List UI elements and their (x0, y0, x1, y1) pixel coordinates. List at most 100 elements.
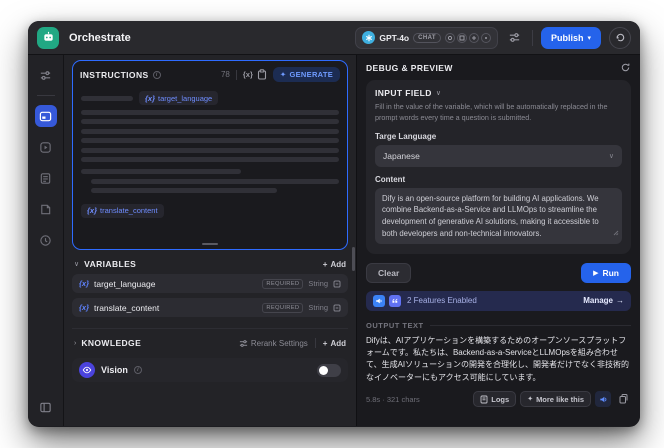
refresh-icon[interactable] (620, 62, 631, 73)
citation-feature-icon (389, 294, 401, 307)
chevron-right-icon[interactable]: › (74, 340, 76, 347)
eye-icon (79, 362, 95, 378)
debug-title: DEBUG & PREVIEW (366, 62, 453, 73)
knowledge-title: KNOWLEDGE (81, 338, 142, 348)
model-provider-icon (362, 31, 376, 44)
variable-chip-translate-content[interactable]: {x} translate_content (81, 203, 164, 218)
sidebar-item-annotation[interactable] (35, 198, 57, 220)
model-name: GPT-4o (379, 32, 410, 43)
clear-button[interactable]: Clear (366, 262, 412, 283)
insert-variable-icon[interactable]: {x} (243, 70, 253, 79)
scrollbar-thumb[interactable] (352, 247, 355, 271)
features-bar[interactable]: 2 Features Enabled Manage → (366, 290, 631, 311)
skeleton-line (91, 178, 339, 184)
speaker-feature-icon (373, 294, 385, 307)
model-settings-icon[interactable] (506, 29, 524, 47)
content-textarea[interactable]: Dify is an open-source platform for buil… (375, 187, 622, 244)
plus-icon: + (322, 259, 328, 269)
plus-icon: + (322, 338, 328, 348)
run-button[interactable]: ▶ Run (581, 262, 631, 283)
orchestrate-panel: INSTRUCTIONS i 78 {x} ✦ GENERATE {x} tar… (64, 55, 356, 426)
info-icon: i (133, 366, 142, 374)
features-enabled-label: 2 Features Enabled (407, 296, 477, 306)
preferences-sliders-icon[interactable] (35, 64, 57, 86)
page-title: Orchestrate (69, 31, 131, 44)
arrow-right-icon: → (616, 296, 624, 306)
manage-features-button[interactable]: Manage → (583, 296, 624, 305)
app-header: Orchestrate GPT-4o CHAT Publish ▾ (28, 21, 640, 55)
model-mode-badge: CHAT (413, 32, 441, 43)
generate-button[interactable]: ✦ GENERATE (272, 67, 340, 82)
instructions-title: INSTRUCTIONS (80, 69, 149, 80)
variable-icon: {x} (79, 303, 90, 312)
sparkle-icon: ✦ (527, 396, 534, 404)
string-type-icon (333, 304, 341, 312)
more-like-this-button[interactable]: ✦ More like this (520, 391, 591, 408)
skeleton-line (81, 109, 339, 115)
variable-type: String (308, 279, 328, 288)
info-icon: i (152, 70, 161, 79)
knowledge-header: › KNOWLEDGE Rerank Settings + Add (72, 338, 348, 348)
string-type-icon (333, 280, 341, 288)
skeleton-line (81, 138, 339, 143)
copy-prompt-icon[interactable] (257, 69, 267, 80)
app-logo-robot-icon[interactable] (37, 26, 59, 49)
speaker-icon[interactable] (595, 391, 611, 408)
skeleton-line (81, 157, 339, 162)
divider (531, 29, 533, 46)
history-icon (615, 33, 624, 42)
resize-handle[interactable] (202, 243, 218, 245)
output-text-title: OUTPUT TEXT (366, 320, 424, 330)
divider (429, 324, 631, 326)
output-stats: 5.8s · 321 chars (366, 394, 420, 404)
variable-row[interactable]: {x} target_language REQUIRED String (72, 274, 348, 293)
textarea-resize-icon[interactable] (613, 223, 619, 241)
version-history-button[interactable] (609, 26, 631, 49)
logs-button[interactable]: Logs (473, 391, 517, 408)
skeleton-line (81, 128, 339, 134)
debug-panel: DEBUG & PREVIEW INPUT FIELD ∨ Fill in th… (356, 55, 640, 426)
vision-label: Vision (101, 365, 128, 375)
publish-button[interactable]: Publish ▾ (540, 26, 601, 49)
divider (314, 338, 316, 348)
vision-feature-row: Vision i (72, 358, 348, 382)
sidebar-item-orchestrate[interactable] (34, 105, 57, 127)
sidebar-item-preview[interactable] (35, 136, 57, 158)
variable-type: String (308, 303, 328, 312)
add-variable-button[interactable]: + Add (323, 260, 346, 269)
variable-icon: {x} (79, 279, 90, 288)
model-selector[interactable]: GPT-4o CHAT (355, 26, 498, 49)
target-language-select[interactable]: Japanese ∨ (375, 144, 622, 167)
chevron-down-icon[interactable]: ∨ (74, 260, 79, 268)
add-knowledge-button[interactable]: + Add (323, 339, 346, 348)
output-text: Difyは、AIアプリケーションを構築するためのオープンソースプラットフォームで… (366, 335, 629, 382)
char-count: 78 (220, 70, 230, 79)
variable-chip-target-language[interactable]: {x} target_language (139, 91, 219, 105)
target-language-label: Targe Language (375, 131, 437, 141)
skeleton-line (91, 188, 277, 193)
sidebar-item-monitoring[interactable] (35, 229, 57, 251)
required-badge: REQUIRED (262, 302, 304, 313)
sidebar-item-logs[interactable] (35, 167, 57, 189)
sidebar (28, 55, 64, 426)
vision-toggle[interactable] (317, 363, 341, 377)
input-field-card: INPUT FIELD ∨ Fill in the value of the v… (366, 80, 631, 254)
rerank-settings-button[interactable]: Rerank Settings (239, 339, 308, 348)
app-window: Orchestrate GPT-4o CHAT Publish ▾ INSTRU… (28, 21, 640, 427)
collapse-panel-icon[interactable] (35, 396, 57, 418)
skeleton-line (81, 169, 241, 174)
skeleton-line (81, 95, 133, 101)
skeleton-line (81, 147, 339, 153)
rerank-icon (239, 339, 247, 347)
variables-header: ∨ VARIABLES + Add (72, 259, 348, 269)
content-label: Content (375, 174, 406, 184)
logs-icon (480, 395, 488, 404)
required-badge: REQUIRED (262, 278, 304, 289)
variable-row[interactable]: {x} translate_content REQUIRED String (72, 298, 348, 317)
capability-icon (456, 32, 467, 43)
divider (72, 328, 348, 329)
chevron-down-icon[interactable]: ∨ (436, 89, 441, 97)
chevron-down-icon: ▾ (587, 34, 591, 42)
copy-icon[interactable] (615, 391, 631, 407)
prompt-editor[interactable]: {x} target_language {x} translate_content (73, 86, 347, 223)
